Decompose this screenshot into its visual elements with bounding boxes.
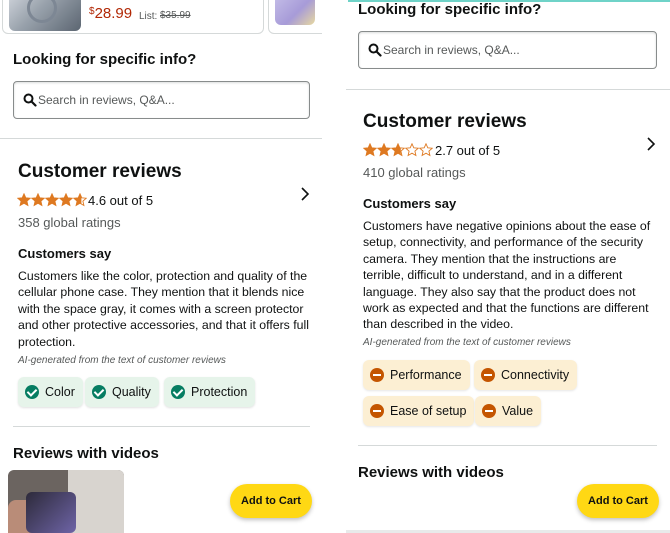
- search-icon: [23, 93, 37, 107]
- product-price: $28.99: [89, 5, 133, 22]
- product-card[interactable]: $28.99 List: $35.99: [2, 0, 264, 34]
- minus-circle-icon: [482, 404, 496, 418]
- right-review-panel: Looking for specific info? Search in rev…: [346, 0, 670, 533]
- chip-label: Performance: [390, 368, 462, 382]
- star-icon: [390, 142, 406, 157]
- top-accent-line: [348, 0, 670, 2]
- star-icon: [16, 192, 32, 207]
- aspect-chip-connectivity[interactable]: Connectivity: [474, 360, 578, 390]
- search-heading: Looking for specific info?: [13, 51, 197, 68]
- star-icon: [30, 192, 46, 207]
- star-rating[interactable]: [16, 192, 88, 207]
- review-summary: Customers have negative opinions about t…: [363, 219, 651, 332]
- aspect-chip-value[interactable]: Value: [475, 396, 542, 426]
- star-icon: [418, 142, 434, 157]
- chevron-right-icon[interactable]: [299, 187, 311, 201]
- search-icon: [368, 43, 382, 57]
- product-image: [9, 0, 81, 31]
- review-summary: Customers like the color, protection and…: [18, 269, 309, 349]
- global-ratings-count: 410 global ratings: [363, 165, 466, 180]
- star-icon: [58, 192, 74, 207]
- left-review-panel: $28.99 List: $35.99 Looking for specific…: [0, 0, 322, 533]
- reviews-with-videos-heading: Reviews with videos: [13, 445, 159, 462]
- star-icon: [72, 192, 88, 207]
- product-image: [275, 0, 315, 25]
- star-icon: [404, 142, 420, 157]
- check-circle-icon: [171, 385, 185, 399]
- customer-reviews-title: Customer reviews: [18, 161, 182, 182]
- chip-label: Color: [45, 385, 75, 399]
- chip-label: Protection: [191, 385, 248, 399]
- customer-reviews-title: Customer reviews: [363, 111, 527, 132]
- chevron-right-icon[interactable]: [645, 137, 657, 151]
- check-circle-icon: [25, 385, 39, 399]
- star-icon: [44, 192, 60, 207]
- review-search-input[interactable]: Search in reviews, Q&A...: [358, 31, 657, 69]
- star-icon: [376, 142, 392, 157]
- minus-circle-icon: [370, 404, 384, 418]
- star-icons: [16, 192, 88, 207]
- add-to-cart-button[interactable]: Add to Cart: [230, 484, 312, 518]
- add-to-cart-button[interactable]: Add to Cart: [577, 484, 659, 518]
- aspect-chip-performance[interactable]: Performance: [363, 360, 470, 390]
- ai-generated-note: AI-generated from the text of customer r…: [363, 337, 571, 348]
- search-placeholder: Search in reviews, Q&A...: [383, 43, 520, 57]
- rating-text[interactable]: 4.6 out of 5: [88, 193, 153, 208]
- customers-say-heading: Customers say: [18, 246, 112, 261]
- check-circle-icon: [92, 385, 106, 399]
- chip-label: Connectivity: [501, 368, 570, 382]
- aspect-chip-color[interactable]: Color: [18, 377, 83, 407]
- review-video-thumbnail[interactable]: [8, 470, 124, 533]
- chip-label: Quality: [112, 385, 151, 399]
- chip-label: Value: [502, 404, 534, 418]
- search-placeholder: Search in reviews, Q&A...: [38, 93, 175, 107]
- search-heading: Looking for specific info?: [358, 1, 542, 18]
- section-divider: [358, 445, 657, 446]
- list-price: $35.99: [160, 10, 191, 21]
- aspect-chip-quality[interactable]: Quality: [85, 377, 159, 407]
- review-search-input[interactable]: Search in reviews, Q&A...: [13, 81, 310, 119]
- section-divider: [346, 89, 670, 90]
- minus-circle-icon: [370, 368, 384, 382]
- section-divider: [0, 138, 322, 139]
- chip-label: Ease of setup: [390, 404, 467, 418]
- star-icon: [362, 142, 378, 157]
- product-card-next[interactable]: [268, 0, 322, 34]
- customers-say-heading: Customers say: [363, 196, 457, 211]
- aspect-chip-protection[interactable]: Protection: [164, 377, 256, 407]
- panel-gap: [322, 0, 346, 533]
- rating-text[interactable]: 2.7 out of 5: [435, 143, 500, 158]
- global-ratings-count: 358 global ratings: [18, 215, 121, 230]
- aspect-chip-ease-of-setup[interactable]: Ease of setup: [363, 396, 475, 426]
- star-icons: [362, 142, 434, 157]
- ai-generated-note: AI-generated from the text of customer r…: [18, 355, 226, 366]
- star-rating[interactable]: [362, 142, 434, 157]
- reviews-with-videos-heading: Reviews with videos: [358, 464, 504, 481]
- section-divider: [13, 426, 310, 427]
- minus-circle-icon: [481, 368, 495, 382]
- list-price-label: List:: [139, 11, 158, 22]
